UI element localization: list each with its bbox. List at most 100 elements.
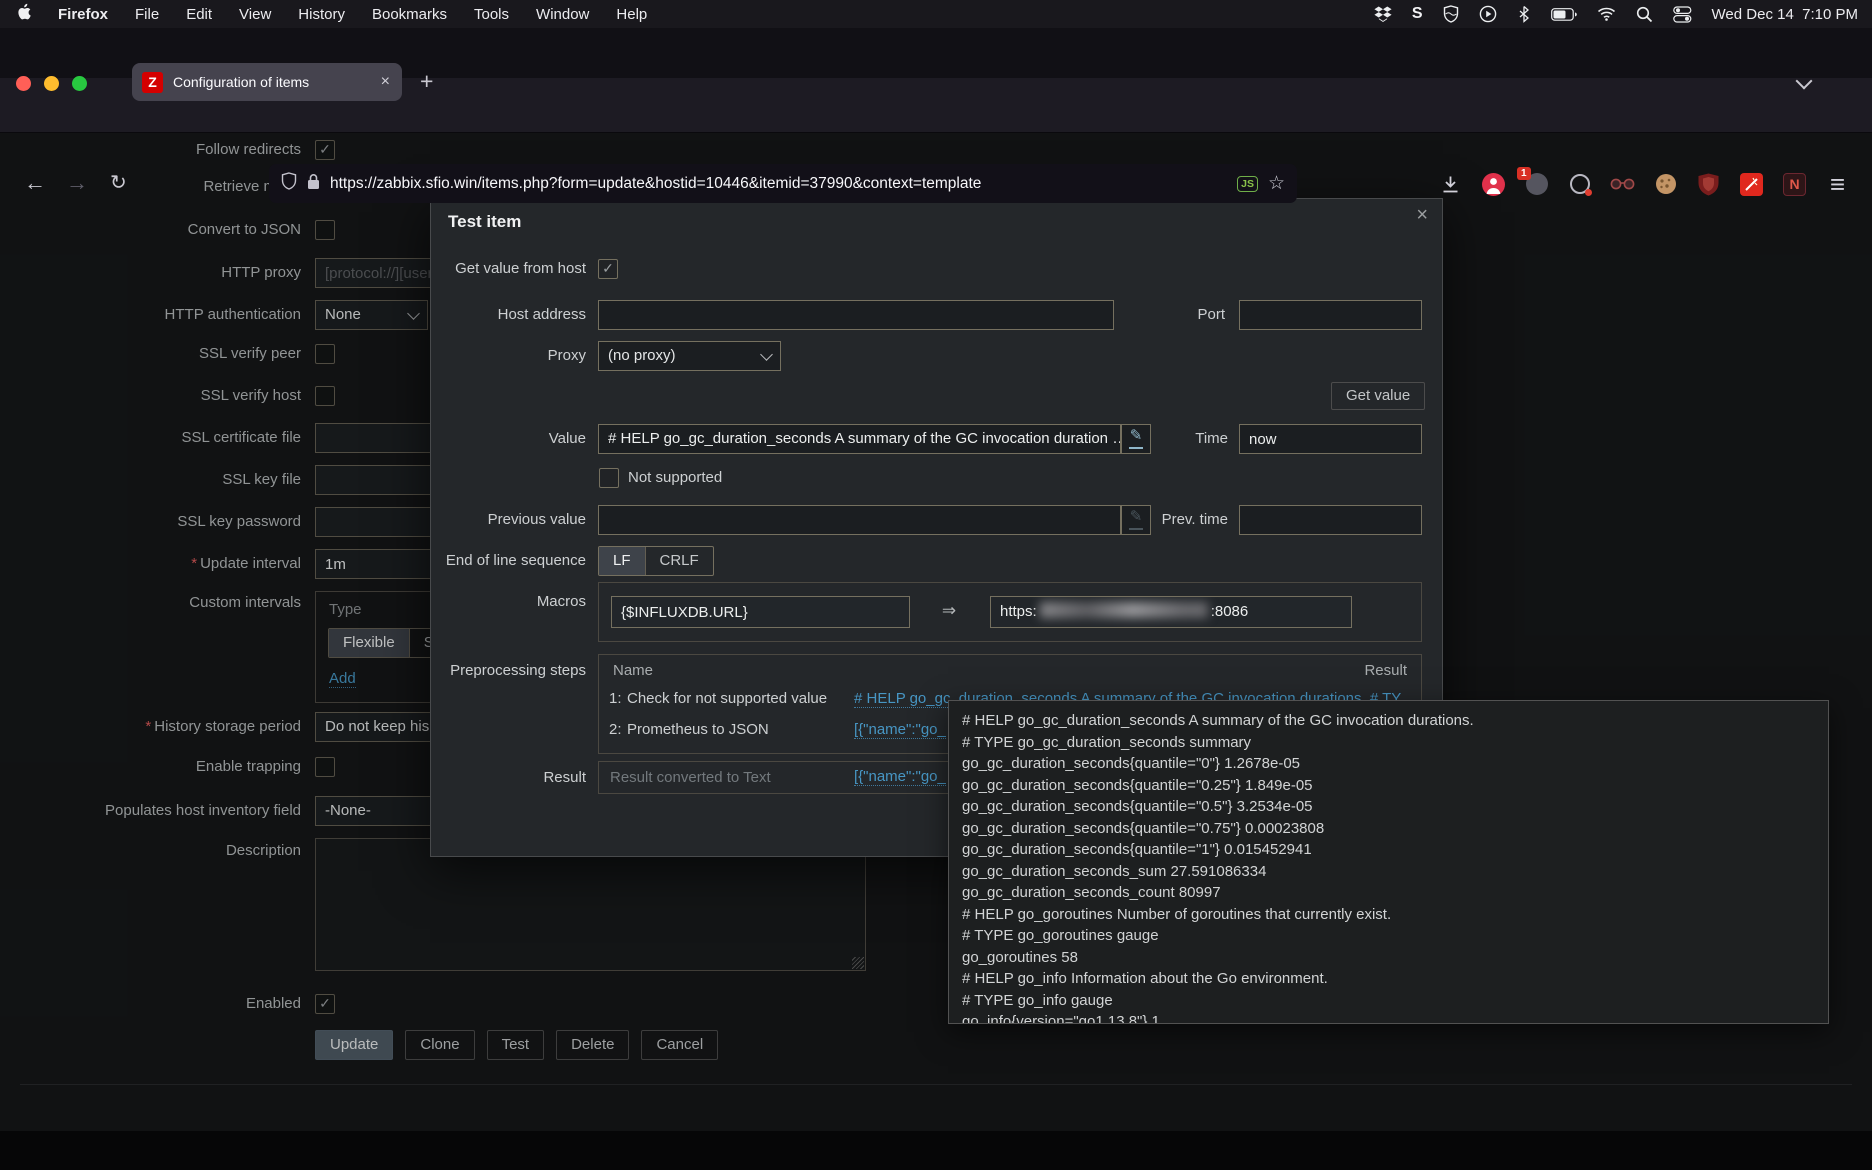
not-supported-label: Not supported — [628, 468, 722, 488]
menu-edit[interactable]: Edit — [186, 6, 212, 23]
privacy-mask-extension-icon[interactable] — [1567, 172, 1592, 197]
macos-menubar: Firefox File Edit View History Bookmarks… — [0, 0, 1872, 28]
tooltip-line: go_info{version="go1.13.8"} 1 — [962, 1011, 1815, 1024]
proxy-select[interactable]: (no proxy) — [598, 341, 781, 371]
tab-close-icon[interactable]: × — [381, 74, 390, 90]
menu-firefox[interactable]: Firefox — [58, 6, 108, 23]
redacted-url-blur — [1040, 602, 1208, 618]
menu-hamburger-icon[interactable]: ≡ — [1825, 172, 1850, 197]
tooltip-line: # TYPE go_gc_duration_seconds summary — [962, 732, 1815, 754]
glasses-extension-icon[interactable] — [1610, 172, 1635, 197]
shottr-icon[interactable]: S — [1412, 5, 1423, 23]
eol-label: End of line sequence — [431, 546, 586, 576]
shield-status-icon[interactable] — [1443, 5, 1459, 23]
modal-title: Test item — [448, 212, 521, 232]
tooltip-line: go_gc_duration_seconds_count 80997 — [962, 882, 1815, 904]
menu-bookmarks[interactable]: Bookmarks — [372, 6, 447, 23]
macro-value-input[interactable]: https::8086 — [990, 596, 1352, 628]
cookie-extension-icon[interactable] — [1653, 172, 1678, 197]
bookmark-star-icon[interactable]: ☆ — [1268, 174, 1285, 193]
window-zoom-button[interactable] — [72, 76, 87, 91]
modal-close-icon[interactable]: × — [1416, 205, 1428, 225]
wifi-icon[interactable] — [1597, 7, 1616, 21]
menu-history[interactable]: History — [298, 6, 345, 23]
port-input[interactable] — [1239, 300, 1422, 330]
get-value-button[interactable]: Get value — [1331, 382, 1425, 410]
value-label: Value — [431, 424, 586, 454]
not-supported-checkbox[interactable] — [599, 468, 619, 488]
apple-icon[interactable] — [16, 3, 31, 25]
tab-title: Configuration of items — [173, 74, 309, 90]
chevron-down-icon — [760, 348, 773, 361]
port-label: Port — [1121, 300, 1225, 330]
dropbox-icon[interactable] — [1374, 6, 1392, 22]
url-text[interactable]: https://zabbix.sfio.win/items.php?form=u… — [330, 175, 981, 193]
previous-value-input[interactable] — [598, 505, 1121, 535]
eol-crlf-option[interactable]: CRLF — [646, 547, 713, 575]
time-input[interactable] — [1239, 424, 1422, 454]
menu-view[interactable]: View — [239, 6, 271, 23]
tracking-shield-icon[interactable] — [281, 172, 297, 195]
eol-segmented: LF CRLF — [598, 546, 714, 576]
container-extension-icon[interactable]: 1 — [1524, 172, 1549, 197]
result-hint: Result converted to Text — [610, 762, 771, 793]
result-link[interactable]: [{"name":"go_ — [854, 768, 946, 786]
time-label: Time — [1121, 424, 1228, 454]
tooltip-line: go_gc_duration_seconds{quantile="0.5"} 3… — [962, 796, 1815, 818]
step-number: 2: — [609, 721, 622, 738]
back-icon[interactable]: ← — [24, 172, 46, 194]
window-close-button[interactable] — [16, 76, 31, 91]
tab-bar: Z Configuration of items × + — [0, 28, 1872, 78]
get-value-from-host-checkbox[interactable]: ✓ — [598, 259, 618, 279]
play-circle-icon[interactable] — [1479, 5, 1497, 23]
prev-time-label: Prev. time — [1121, 505, 1228, 535]
js-badge-icon[interactable]: JS — [1237, 176, 1258, 192]
battery-icon[interactable] — [1551, 8, 1577, 21]
tooltip-line: # TYPE go_info gauge — [962, 990, 1815, 1012]
lock-icon[interactable] — [307, 173, 320, 195]
screen: Firefox File Edit View History Bookmarks… — [0, 0, 1872, 1170]
macros-label: Macros — [431, 592, 586, 612]
noscript-extension-icon[interactable]: N — [1782, 172, 1807, 197]
host-address-input[interactable] — [598, 300, 1114, 330]
get-value-from-host-label: Get value from host — [431, 259, 586, 279]
url-bar[interactable]: https://zabbix.sfio.win/items.php?form=u… — [269, 164, 1297, 203]
browser-tab[interactable]: Z Configuration of items × — [132, 63, 402, 101]
macro-name-input[interactable] — [611, 596, 910, 628]
menubar-clock[interactable]: Wed Dec 14 7:10 PM — [1712, 6, 1858, 23]
eol-lf-option[interactable]: LF — [599, 547, 646, 575]
macros-box: ⇒ https::8086 — [598, 582, 1422, 642]
forward-icon[interactable]: → — [66, 172, 88, 194]
ublock-extension-icon[interactable] — [1696, 172, 1721, 197]
preprocessing-label: Preprocessing steps — [431, 661, 586, 681]
step-result-link[interactable]: [{"name":"go_ — [854, 721, 946, 739]
spotlight-search-icon[interactable] — [1636, 6, 1653, 23]
zabbix-favicon: Z — [142, 72, 163, 93]
window-minimize-button[interactable] — [44, 76, 59, 91]
value-input[interactable]: # HELP go_gc_duration_seconds A summary … — [598, 424, 1121, 454]
reload-icon[interactable]: ↻ — [110, 172, 127, 194]
new-tab-button[interactable]: + — [420, 70, 433, 93]
tooltip-line: # HELP go_info Information about the Go … — [962, 968, 1815, 990]
menu-help[interactable]: Help — [616, 6, 647, 23]
host-address-label: Host address — [431, 300, 586, 330]
tab-list-chevron-icon[interactable] — [1798, 74, 1810, 92]
extension-badge: 1 — [1517, 167, 1531, 180]
menu-window[interactable]: Window — [536, 6, 589, 23]
step-number: 1: — [609, 690, 622, 707]
proxy-label: Proxy — [431, 341, 586, 371]
previous-value-label: Previous value — [431, 505, 586, 535]
prev-time-input[interactable] — [1239, 505, 1422, 535]
wand-extension-icon[interactable] — [1739, 172, 1764, 197]
step-name: Check for not supported value — [627, 690, 827, 707]
menu-tools[interactable]: Tools — [474, 6, 509, 23]
control-center-icon[interactable] — [1673, 6, 1692, 23]
menu-file[interactable]: File — [135, 6, 159, 23]
result-label: Result — [431, 761, 586, 794]
preprocessing-name-header: Name — [613, 662, 653, 679]
profile-extension-icon[interactable] — [1481, 172, 1506, 197]
download-icon[interactable] — [1438, 172, 1463, 197]
bluetooth-icon[interactable] — [1517, 5, 1531, 23]
tooltip-line: go_gc_duration_seconds{quantile="0.75"} … — [962, 818, 1815, 840]
tooltip-line: go_gc_duration_seconds{quantile="1"} 0.0… — [962, 839, 1815, 861]
